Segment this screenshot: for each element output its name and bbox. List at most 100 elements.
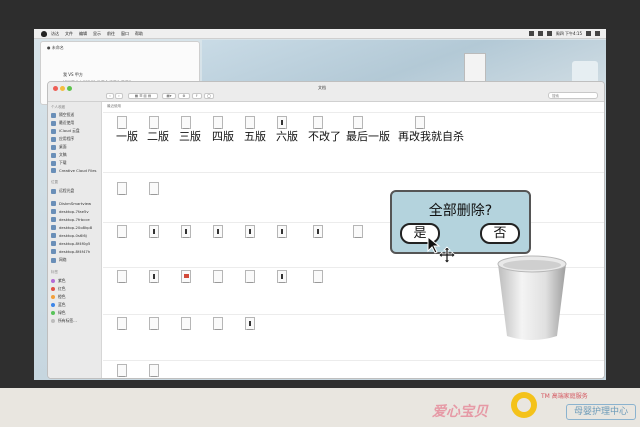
brand-logo-inner — [517, 398, 531, 412]
menu-help[interactable]: 帮助 — [135, 31, 143, 37]
back-button[interactable]: ‹ — [106, 93, 114, 99]
sidebar-all-tags[interactable]: 所有标签... — [51, 318, 77, 324]
wifi-icon[interactable] — [537, 31, 543, 36]
sidebar-item-creative-cloud[interactable]: Creative Cloud Files — [51, 168, 97, 173]
file-icon[interactable] — [149, 225, 159, 238]
tag-button[interactable]: ◯ — [204, 93, 214, 99]
computer-icon — [51, 201, 56, 206]
file-icon[interactable] — [277, 225, 287, 238]
sidebar-item-device[interactable]: DiskmSmartview — [51, 201, 91, 206]
sidebar-item-airdrop[interactable]: 隔空投送 — [51, 112, 74, 118]
folder-label-v3[interactable]: 三版 — [179, 128, 201, 144]
sidebar-tag-green[interactable]: 绿色 — [51, 310, 66, 316]
folder-label-v1[interactable]: 一版 — [116, 128, 138, 144]
file-icon[interactable] — [313, 270, 323, 283]
sidebar-item-recents[interactable]: 最近使用 — [51, 120, 74, 126]
file-icon[interactable] — [181, 270, 191, 283]
file-thumbnail-mark — [185, 229, 187, 234]
file-icon[interactable] — [149, 364, 159, 377]
file-icon[interactable] — [213, 225, 223, 238]
folder-label-v2[interactable]: 二版 — [147, 128, 169, 144]
disc-icon — [51, 188, 56, 194]
folder-label-last-straw[interactable]: 再改我就自杀 — [398, 128, 464, 144]
finder-titlebar[interactable]: 文档 ‹ › ▦ ☰ ▥ ▤ ▦▾ ⚙ ↑ ◯ 搜索 — [48, 82, 604, 102]
sidebar-tag-blue[interactable]: 蓝色 — [51, 302, 66, 308]
file-icon[interactable] — [117, 225, 127, 238]
search-icon[interactable] — [586, 31, 591, 36]
folder-label-v5[interactable]: 五版 — [244, 128, 266, 144]
file-thumbnail-mark — [249, 229, 251, 234]
file-icon[interactable] — [117, 317, 127, 330]
apple-icon[interactable] — [41, 30, 47, 37]
sidebar-item-applications[interactable]: 应用程序 — [51, 136, 74, 142]
sidebar-item-icloud[interactable]: iCloud 云盘 — [51, 128, 80, 134]
file-icon[interactable] — [117, 364, 127, 377]
menu-window[interactable]: 窗口 — [121, 31, 129, 37]
file-thumbnail-mark — [281, 274, 283, 279]
menu-file[interactable]: 文件 — [65, 31, 73, 37]
delete-confirm-dialog: 全部删除? 是 否 — [390, 190, 531, 254]
menu-edit[interactable]: 编辑 — [79, 31, 87, 37]
status-icon[interactable] — [528, 31, 534, 36]
close-button[interactable] — [53, 86, 58, 91]
sidebar-item-device[interactable]: desktop-0s6l6j — [51, 233, 87, 238]
file-icon[interactable] — [149, 317, 159, 330]
tag-dot-icon — [51, 311, 55, 315]
menubar-clock[interactable]: 周四 下午4:15 — [556, 31, 582, 37]
menu-go[interactable]: 前往 — [107, 31, 115, 37]
share-button[interactable]: ↑ — [192, 93, 202, 99]
action-gear-button[interactable]: ⚙ — [178, 93, 190, 99]
sidebar-item-desktop[interactable]: 桌面 — [51, 144, 67, 150]
folder-label-no-change[interactable]: 不改了 — [308, 128, 341, 144]
sidebar-item-device[interactable]: desktop-8f4f0g5 — [51, 241, 90, 246]
sidebar-tag-red[interactable]: 红色 — [51, 286, 66, 292]
file-icon[interactable] — [149, 270, 159, 283]
sidebar-item-device[interactable]: desktop-7frbcce — [51, 217, 90, 222]
sidebar-item-remote-disc[interactable]: 远程光盘 — [51, 188, 74, 194]
file-icon[interactable] — [181, 225, 191, 238]
file-icon[interactable] — [149, 182, 159, 195]
sidebar-item-device[interactable]: desktop-8f4f47h — [51, 249, 90, 254]
file-icon[interactable] — [181, 317, 191, 330]
file-thumbnail-mark — [153, 229, 155, 234]
sidebar-item-device[interactable]: desktop-7fae5v — [51, 209, 89, 214]
sidebar-tag-orange[interactable]: 橙色 — [51, 294, 66, 300]
file-icon[interactable] — [213, 270, 223, 283]
file-icon[interactable] — [213, 317, 223, 330]
file-thumbnail-mark — [249, 321, 251, 326]
file-icon[interactable] — [117, 270, 127, 283]
menu-finder[interactable]: 访达 — [51, 31, 59, 37]
applications-icon — [51, 136, 56, 142]
sidebar-item-network[interactable]: 网络 — [51, 257, 67, 263]
folder-label-v6[interactable]: 六版 — [276, 128, 298, 144]
trash-can-icon[interactable] — [495, 254, 569, 342]
menu-view[interactable]: 显示 — [93, 31, 101, 37]
folder-label-v4[interactable]: 四版 — [212, 128, 234, 144]
file-icon[interactable] — [117, 182, 127, 195]
file-icon[interactable] — [245, 270, 255, 283]
arrange-button[interactable]: ▦▾ — [162, 93, 176, 99]
file-icon[interactable] — [277, 270, 287, 283]
sidebar-favorites-header: 个人收藏 — [51, 105, 65, 109]
file-icon[interactable] — [245, 225, 255, 238]
sidebar-item-device[interactable]: desktop-20o8kp8 — [51, 225, 92, 230]
view-mode-group[interactable]: ▦ ☰ ▥ ▤ — [128, 93, 158, 99]
menu-list-icon[interactable] — [595, 31, 600, 36]
sidebar-item-downloads[interactable]: 下载 — [51, 160, 67, 166]
sidebar-item-documents[interactable]: 文稿 — [51, 152, 67, 158]
file-icon[interactable] — [353, 225, 363, 238]
forward-button[interactable]: › — [115, 93, 123, 99]
breadcrumb: 最近使用 — [107, 104, 121, 108]
folder-label-final[interactable]: 最后一版 — [346, 128, 390, 144]
minimize-button[interactable] — [60, 86, 65, 91]
computer-icon — [51, 225, 56, 230]
search-input[interactable]: 搜索 — [548, 92, 598, 99]
battery-icon[interactable] — [546, 31, 552, 36]
sidebar-tag-purple[interactable]: 紫色 — [51, 278, 66, 284]
file-icon[interactable] — [245, 317, 255, 330]
no-button[interactable]: 否 — [480, 223, 520, 244]
zoom-button[interactable] — [67, 86, 72, 91]
network-icon — [51, 257, 56, 263]
file-icon[interactable] — [313, 225, 323, 238]
computer-icon — [51, 241, 56, 246]
